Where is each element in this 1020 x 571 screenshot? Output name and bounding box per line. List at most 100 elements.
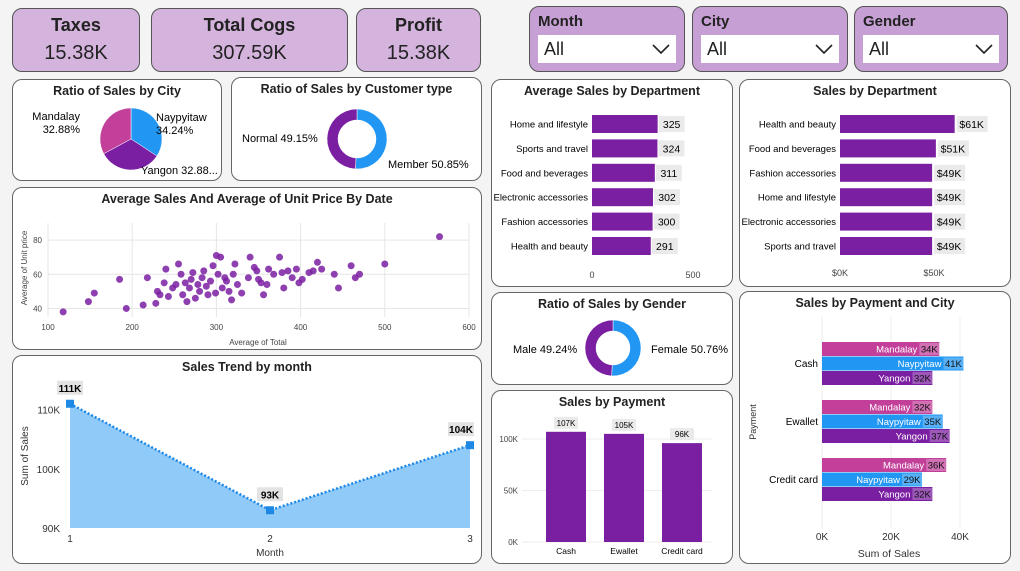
scatter-point: [116, 275, 124, 283]
scatter-point: [185, 284, 193, 292]
scatter-point: [187, 275, 195, 283]
group-label: Cash: [795, 359, 818, 370]
scatter-point: [257, 279, 265, 287]
scatter-chart[interactable]: 40 60 80 100 200 300 400 500 600 Average of Total…: [13, 188, 482, 350]
scatter-point: [196, 287, 204, 295]
x-tick-label: 300: [210, 323, 224, 332]
pie-slice: [326, 108, 358, 170]
bar: [546, 431, 586, 542]
gender-dropdown[interactable]: All: [863, 35, 999, 63]
slicer-title: City: [701, 13, 730, 30]
scatter-point: [189, 269, 197, 277]
bar: [592, 237, 651, 255]
x-tick-label: 0K: [816, 532, 829, 543]
slicer-value: All: [544, 38, 565, 59]
data-label: $49K: [937, 217, 962, 229]
chevron-down-icon[interactable]: [975, 39, 993, 60]
data-label: 105K: [615, 421, 634, 430]
trend-card[interactable]: Sales Trend by month 90K 100K 110K 111K 1 93K…: [12, 355, 482, 564]
avg-dept-card[interactable]: Average Sales by Department Home and lif…: [491, 79, 733, 287]
y-tick-label: 60: [33, 270, 42, 279]
x-tick-label: 500: [378, 323, 392, 332]
sales-dept-bar-chart[interactable]: Health and beauty $61K Food and beverages $…: [740, 80, 1011, 287]
pay-city-bar-chart[interactable]: 0K 20K 40KCashMandalay 34KNaypyitaw 41KYango…: [740, 292, 1011, 564]
scatter-point: [143, 274, 151, 282]
gender-donut-chart[interactable]: Female 50.76% Male 49.24%: [492, 293, 733, 385]
scatter-point: [356, 270, 364, 278]
x-tick-label: 3: [467, 534, 473, 545]
trend-area-chart[interactable]: 90K 100K 110K 111K 1 93K 2 104K 3 Month Sum of Sal…: [13, 356, 482, 564]
data-label: 107K: [557, 419, 576, 428]
data-label: 291: [656, 241, 674, 253]
scatter-point: [270, 270, 278, 278]
bar: [840, 115, 955, 133]
city-dropdown[interactable]: All: [701, 35, 839, 63]
x-tick-label: 2: [267, 534, 273, 545]
city-pie-chart[interactable]: Naypyitaw34.24% Yangon 32.88... Mandalay32…: [13, 80, 222, 181]
x-axis-label: Month: [256, 548, 284, 559]
avg-dept-bar-chart[interactable]: Home and lifestyle 325 Sports and travel 32…: [492, 80, 733, 287]
group-label: Ewallet: [786, 417, 818, 428]
category-label: Food and beverages: [749, 144, 836, 155]
city-label: Naypyitaw: [877, 417, 921, 428]
payment-card[interactable]: Sales by Payment 0K 50K 100K 107K Cash 105K Ew…: [491, 390, 733, 564]
x-tick-label: 40K: [951, 532, 969, 543]
city-label: Mandalay: [876, 345, 917, 356]
month-slicer[interactable]: Month All: [529, 6, 685, 72]
bar: [840, 188, 933, 207]
scatter-point: [330, 270, 338, 278]
scatter-point: [59, 308, 67, 316]
scatter-point: [217, 253, 225, 261]
data-point: [266, 506, 274, 515]
scatter-point: [183, 298, 191, 306]
city-slicer[interactable]: City All: [692, 6, 848, 72]
payment-bar-chart[interactable]: 0K 50K 100K 107K Cash 105K Ewallet 96K Credit ca…: [492, 391, 733, 564]
scatter-point: [246, 253, 254, 261]
scatter-point: [278, 269, 286, 277]
scatter-point: [152, 299, 160, 307]
customer-donut-card[interactable]: Ratio of Sales by Customer type Member 5…: [231, 77, 482, 181]
data-point: [466, 441, 474, 450]
scatter-point: [260, 291, 268, 299]
x-tick-label: 200: [126, 323, 140, 332]
city-pie-card[interactable]: Ratio of Sales by City Naypyitaw 34.24% Ya…: [12, 79, 222, 181]
month-dropdown[interactable]: All: [538, 35, 676, 63]
customer-donut-chart[interactable]: Member 50.85% Normal 49.15%: [232, 78, 482, 181]
slice-label: Female 50.76%: [651, 344, 728, 356]
kpi-value: 15.38K: [386, 42, 451, 64]
bar: [840, 139, 936, 158]
pie-slice: [611, 319, 642, 377]
category-label: Ewallet: [610, 546, 638, 556]
bar: [592, 212, 653, 231]
data-label: 37K: [931, 432, 949, 443]
slice-label: Mandalay: [32, 111, 80, 123]
scatter-point: [218, 284, 226, 292]
category-label: Electronic accessories: [741, 217, 836, 228]
scatter-point: [214, 270, 222, 278]
gender-donut-card[interactable]: Ratio of Sales by Gender Female 50.76% Ma…: [491, 292, 733, 385]
pay-city-card[interactable]: Sales by Payment and City 0K 20K 40K Cash Ma…: [739, 291, 1011, 564]
chevron-down-icon[interactable]: [652, 39, 670, 60]
scatter-point: [139, 301, 147, 309]
category-label: Sports and travel: [516, 144, 588, 155]
data-label: 300: [658, 217, 676, 229]
kpi-total-cogs: Total Cogs 307.59K: [151, 8, 348, 72]
scatter-point: [292, 265, 300, 273]
category-label: Cash: [556, 546, 576, 556]
data-label: $49K: [937, 192, 962, 204]
city-label: Naypyitaw: [898, 359, 942, 370]
data-label: 35K: [924, 417, 942, 428]
bar: [822, 356, 964, 371]
bar: [604, 433, 644, 542]
city-label: Mandalay: [869, 403, 910, 414]
data-label: 93K: [261, 490, 280, 501]
bar: [592, 163, 655, 182]
scatter-card[interactable]: Average Sales And Average of Unit Price …: [12, 187, 482, 350]
gender-slicer[interactable]: Gender All: [854, 6, 1008, 72]
sales-dept-card[interactable]: Sales by Department Health and beauty $61…: [739, 79, 1011, 287]
chevron-down-icon[interactable]: [815, 39, 833, 60]
y-tick-label: 100K: [499, 435, 518, 444]
y-tick-label: 110K: [37, 406, 60, 417]
x-axis-label: Sum of Sales: [858, 548, 920, 560]
data-label: 32K: [914, 374, 932, 385]
